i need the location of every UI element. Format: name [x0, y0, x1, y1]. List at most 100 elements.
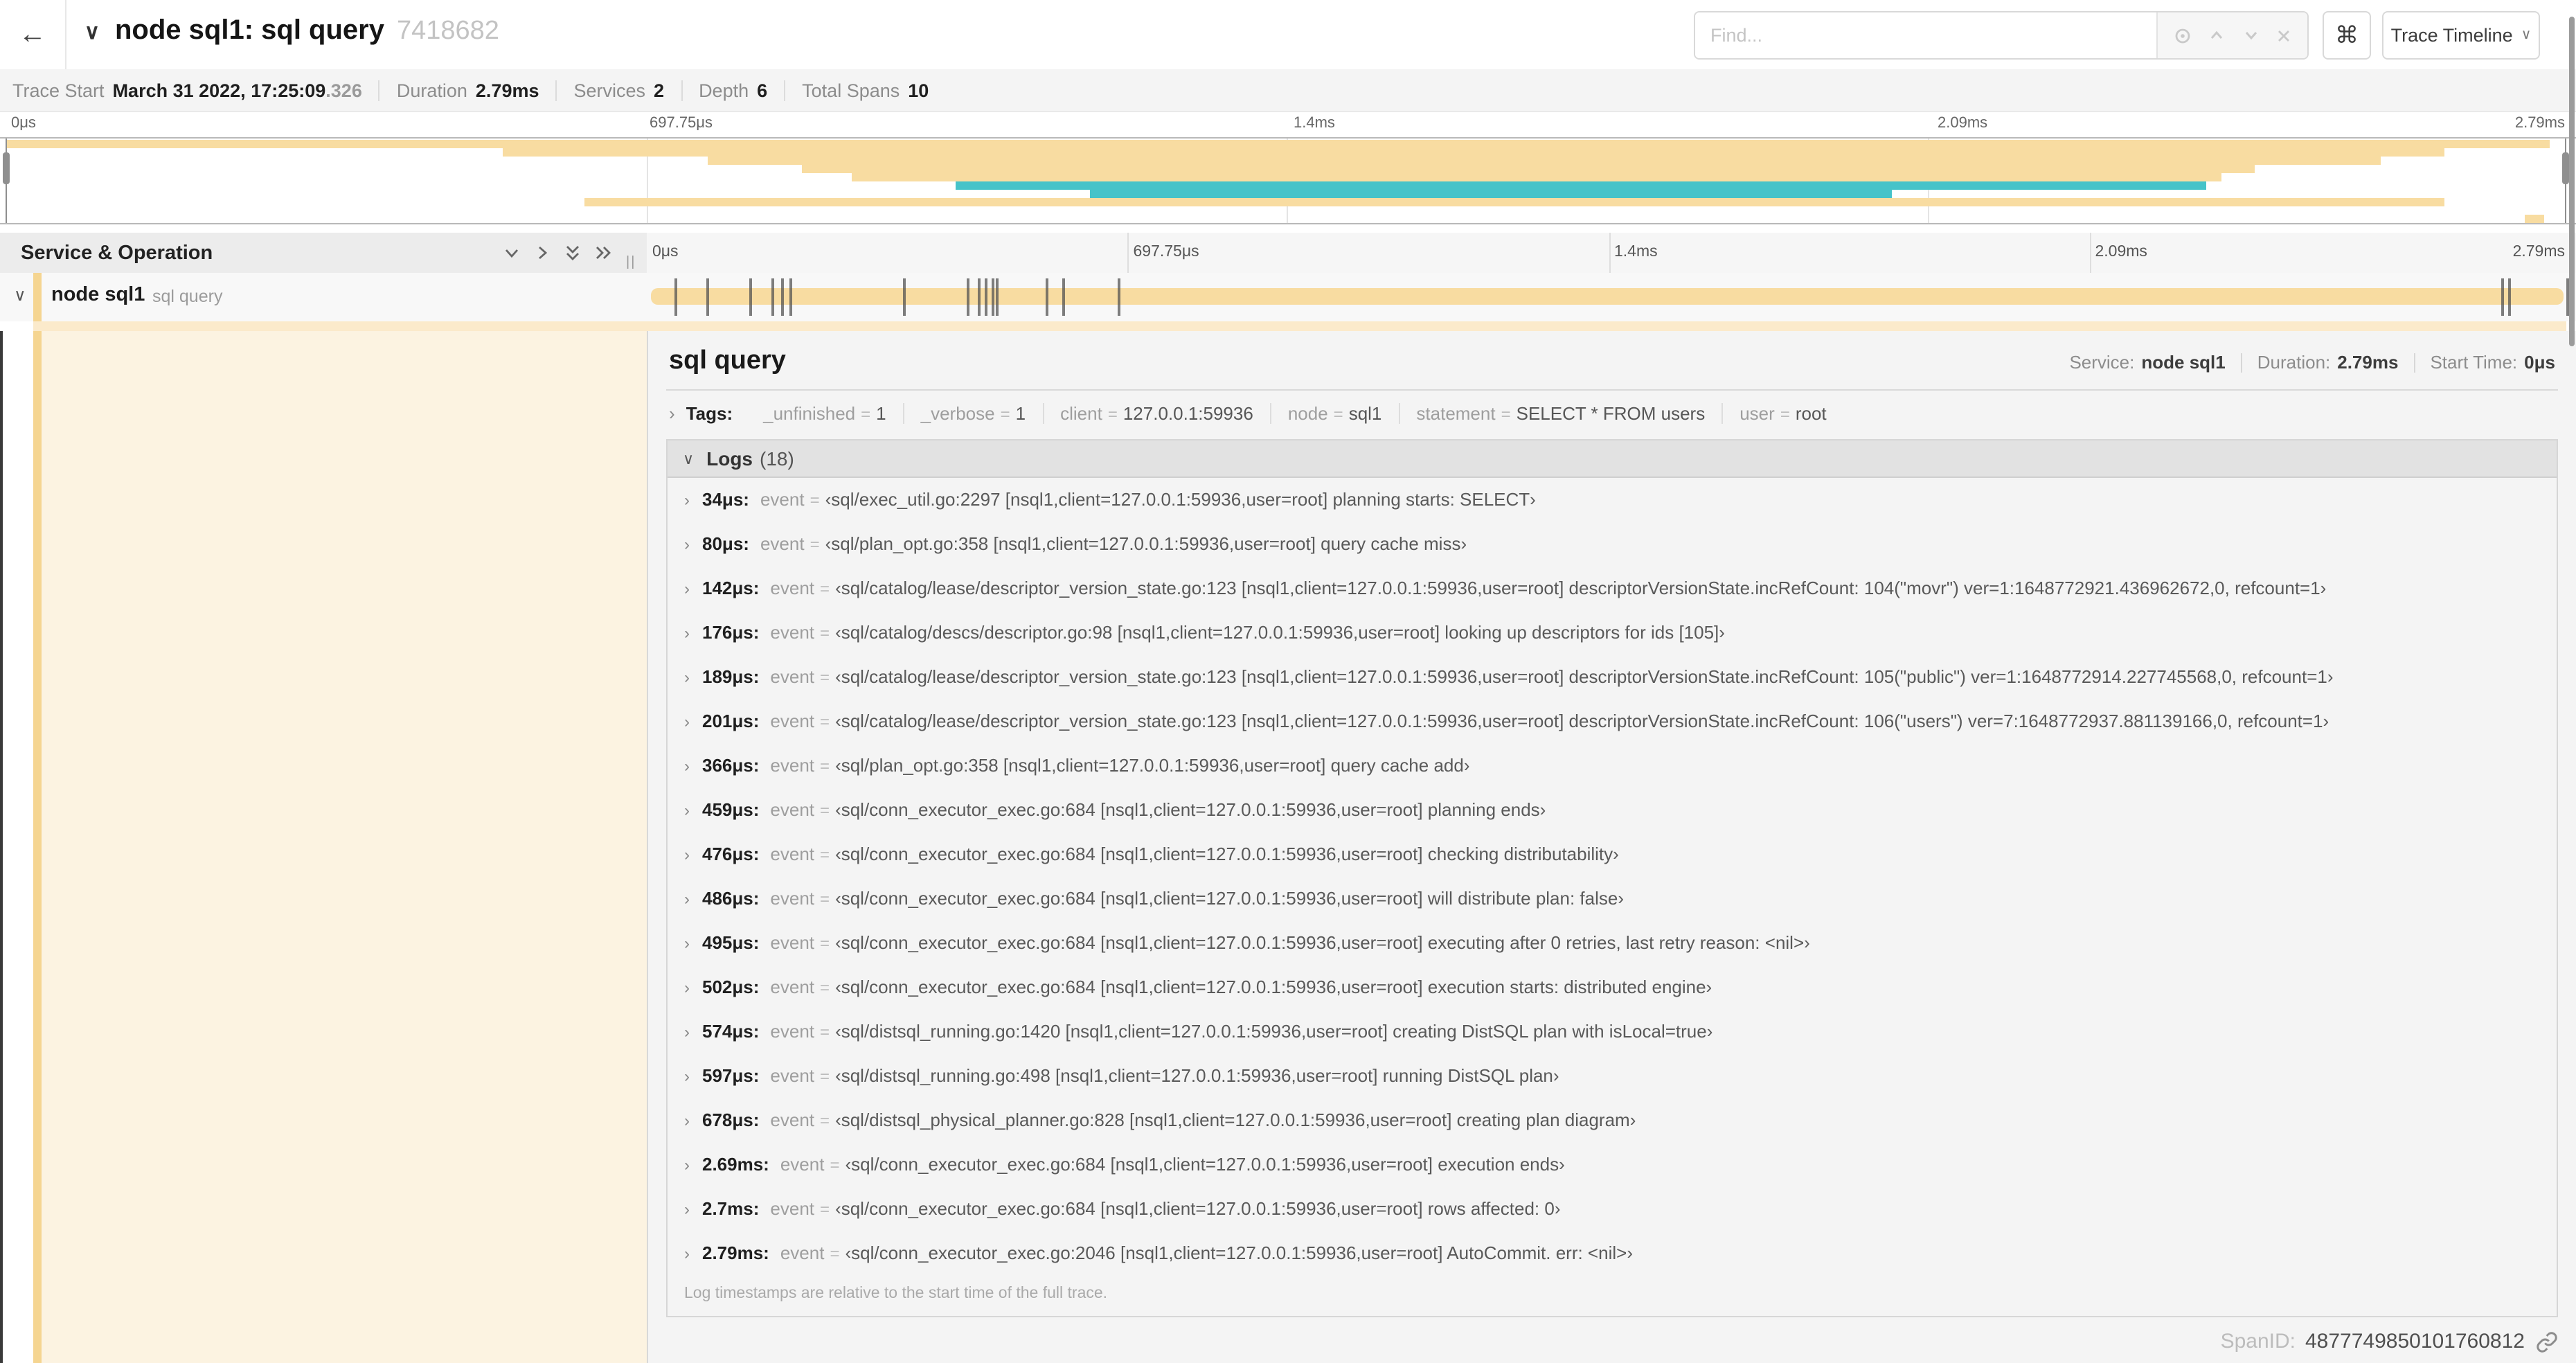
- timeline-tick-label: 0μs: [652, 244, 679, 260]
- log-entry-row[interactable]: › 176μs: event = ‹sql/catalog/descs/descript…: [668, 611, 2557, 655]
- equals-sign: =: [820, 623, 830, 643]
- minimap-span-bar: [851, 173, 2222, 181]
- minimap-right-grabber[interactable]: [2562, 152, 2569, 184]
- tag-item[interactable]: _unfinished = 1: [746, 403, 903, 424]
- chevron-right-icon: ›: [684, 801, 690, 820]
- span-duration-bar[interactable]: [651, 288, 2564, 305]
- log-event-marker[interactable]: [991, 278, 994, 316]
- minimap-span-graph[interactable]: [0, 137, 2576, 224]
- log-event-marker[interactable]: [2501, 278, 2505, 316]
- log-event-marker[interactable]: [978, 278, 981, 316]
- find-controls: [2156, 12, 2307, 58]
- log-entry-row[interactable]: › 366μs: event = ‹sql/plan_opt.go:358 [nsql1…: [668, 744, 2557, 788]
- chevron-right-icon: ›: [684, 1200, 690, 1219]
- chevron-right-icon: ›: [684, 1022, 690, 1042]
- log-entry-row[interactable]: › 2.7ms: event = ‹sql/conn_executor_exec.go:…: [668, 1187, 2557, 1231]
- tag-item[interactable]: client = 127.0.0.1:59936: [1042, 403, 1270, 424]
- tag-key: _unfinished: [763, 403, 856, 424]
- log-event-marker[interactable]: [967, 278, 970, 316]
- chevron-down-icon[interactable]: [2242, 26, 2260, 44]
- minimap-span-bar: [502, 148, 2445, 157]
- log-entry-row[interactable]: › 502μs: event = ‹sql/conn_executor_exec.go:…: [668, 965, 2557, 1010]
- log-entry-row[interactable]: › 476μs: event = ‹sql/conn_executor_exec.go:…: [668, 832, 2557, 877]
- summary-item: Total Spans 10: [802, 80, 929, 100]
- logs-header[interactable]: ∨ Logs (18): [668, 440, 2557, 478]
- locate-icon[interactable]: [2173, 26, 2192, 45]
- panel-splitter-handle[interactable]: ||: [626, 255, 636, 270]
- log-entry-row[interactable]: › 142μs: event = ‹sql/catalog/lease/descript…: [668, 567, 2557, 611]
- equals-sign: =: [820, 1067, 830, 1086]
- tags-accordion[interactable]: › Tags: _unfinished = 1 _verbose = 1 client = 12…: [666, 391, 2558, 436]
- tag-item[interactable]: statement = SELECT * FROM users: [1398, 403, 1721, 424]
- log-event-marker[interactable]: [2508, 278, 2512, 316]
- log-event-marker[interactable]: [674, 278, 677, 316]
- log-event-marker[interactable]: [749, 278, 752, 316]
- page-scrollbar-thumb[interactable]: [2569, 17, 2575, 346]
- log-entry-row[interactable]: › 2.69ms: event = ‹sql/conn_executor_exec.go…: [668, 1143, 2557, 1187]
- log-entry-row[interactable]: › 574μs: event = ‹sql/distsql_running.go:142…: [668, 1010, 2557, 1054]
- log-event-marker[interactable]: [780, 278, 784, 316]
- log-event-marker[interactable]: [789, 278, 792, 316]
- log-entry-row[interactable]: › 495μs: event = ‹sql/conn_executor_exec.go:…: [668, 921, 2557, 965]
- log-entry-row[interactable]: › 34μs: event = ‹sql/exec_util.go:2297 [nsql…: [668, 478, 2557, 522]
- span-id-label: SpanID:: [2220, 1330, 2296, 1353]
- expand-all-icon[interactable]: [593, 242, 614, 263]
- chevron-up-icon[interactable]: [2208, 26, 2226, 44]
- log-entry-row[interactable]: › 459μs: event = ‹sql/conn_executor_exec.go:…: [668, 788, 2557, 832]
- tag-item[interactable]: user = root: [1721, 403, 1843, 424]
- tag-value: 1: [876, 403, 886, 424]
- minimap-right-handle[interactable]: [2562, 139, 2569, 223]
- tag-value: 127.0.0.1:59936: [1122, 403, 1253, 424]
- span-bar-track[interactable]: [647, 273, 2569, 321]
- span-overview: Service: node sql1 Duration: 2.79ms Start Ti…: [2069, 352, 2555, 373]
- log-event-marker[interactable]: [1117, 278, 1120, 316]
- timeline-tick-label: 2.09ms: [1938, 115, 1988, 132]
- log-event-marker[interactable]: [996, 278, 999, 316]
- trace-id: 7418682: [396, 17, 499, 46]
- minimap-canvas[interactable]: [6, 139, 2568, 223]
- log-event-marker[interactable]: [706, 278, 709, 316]
- chevron-right-icon: ›: [684, 978, 690, 997]
- log-event-marker[interactable]: [771, 278, 775, 316]
- minimap-span-bar: [802, 165, 2255, 173]
- tag-item[interactable]: _verbose = 1: [902, 403, 1042, 424]
- log-entry-row[interactable]: › 80μs: event = ‹sql/plan_opt.go:358 [nsql1,…: [668, 522, 2557, 567]
- log-entry-row[interactable]: › 2.79ms: event = ‹sql/conn_executor_exec.go…: [668, 1231, 2557, 1276]
- log-event-marker[interactable]: [1062, 278, 1065, 316]
- find-input[interactable]: [1695, 12, 2156, 58]
- back-button[interactable]: ←: [0, 0, 66, 69]
- log-key: event: [770, 1021, 815, 1042]
- log-entry-row[interactable]: › 597μs: event = ‹sql/distsql_running.go:498…: [668, 1054, 2557, 1098]
- trace-view-select[interactable]: Trace Timeline ∨: [2382, 11, 2540, 60]
- collapse-all-icon[interactable]: [562, 242, 583, 263]
- log-event-marker[interactable]: [1046, 278, 1049, 316]
- chevron-down-icon[interactable]: ∨: [84, 19, 100, 44]
- summary-item: Services 2: [574, 80, 665, 100]
- minimap-left-handle[interactable]: [3, 139, 10, 223]
- keyboard-shortcuts-button[interactable]: ⌘: [2323, 11, 2371, 60]
- chevron-right-icon: ›: [684, 579, 690, 598]
- chevron-right-icon: ›: [684, 623, 690, 643]
- collapse-one-icon[interactable]: [501, 242, 522, 263]
- span-row[interactable]: ∨ node sql1 sql query: [0, 273, 2576, 321]
- span-detail-title: sql query: [669, 346, 786, 375]
- log-key: event: [760, 489, 805, 510]
- chevron-right-icon: ›: [684, 845, 690, 864]
- log-event-marker[interactable]: [2566, 278, 2569, 316]
- tag-item[interactable]: node = sql1: [1269, 403, 1399, 424]
- log-entry-row[interactable]: › 486μs: event = ‹sql/conn_executor_exec.go:…: [668, 877, 2557, 921]
- clear-icon[interactable]: [2275, 27, 2292, 44]
- minimap-left-grabber[interactable]: [3, 152, 10, 184]
- span-service-name[interactable]: node sql1: [51, 284, 145, 306]
- chevron-right-icon: ›: [669, 403, 675, 424]
- trace-timeline-page: ← ∨ node sql1: sql query 7418682 ⌘ Trace …: [0, 0, 2576, 1363]
- span-id-row: SpanID: 4877749850101760812: [2221, 1330, 2558, 1353]
- link-icon[interactable]: [2536, 1330, 2558, 1353]
- log-entry-row[interactable]: › 201μs: event = ‹sql/catalog/lease/descript…: [668, 700, 2557, 744]
- log-event-marker[interactable]: [985, 278, 988, 316]
- log-entry-row[interactable]: › 678μs: event = ‹sql/distsql_physical_plann…: [668, 1098, 2557, 1143]
- log-event-marker[interactable]: [902, 278, 906, 316]
- chevron-down-icon[interactable]: ∨: [14, 285, 26, 305]
- log-entry-row[interactable]: › 189μs: event = ‹sql/catalog/lease/descript…: [668, 655, 2557, 700]
- expand-one-icon[interactable]: [532, 242, 553, 263]
